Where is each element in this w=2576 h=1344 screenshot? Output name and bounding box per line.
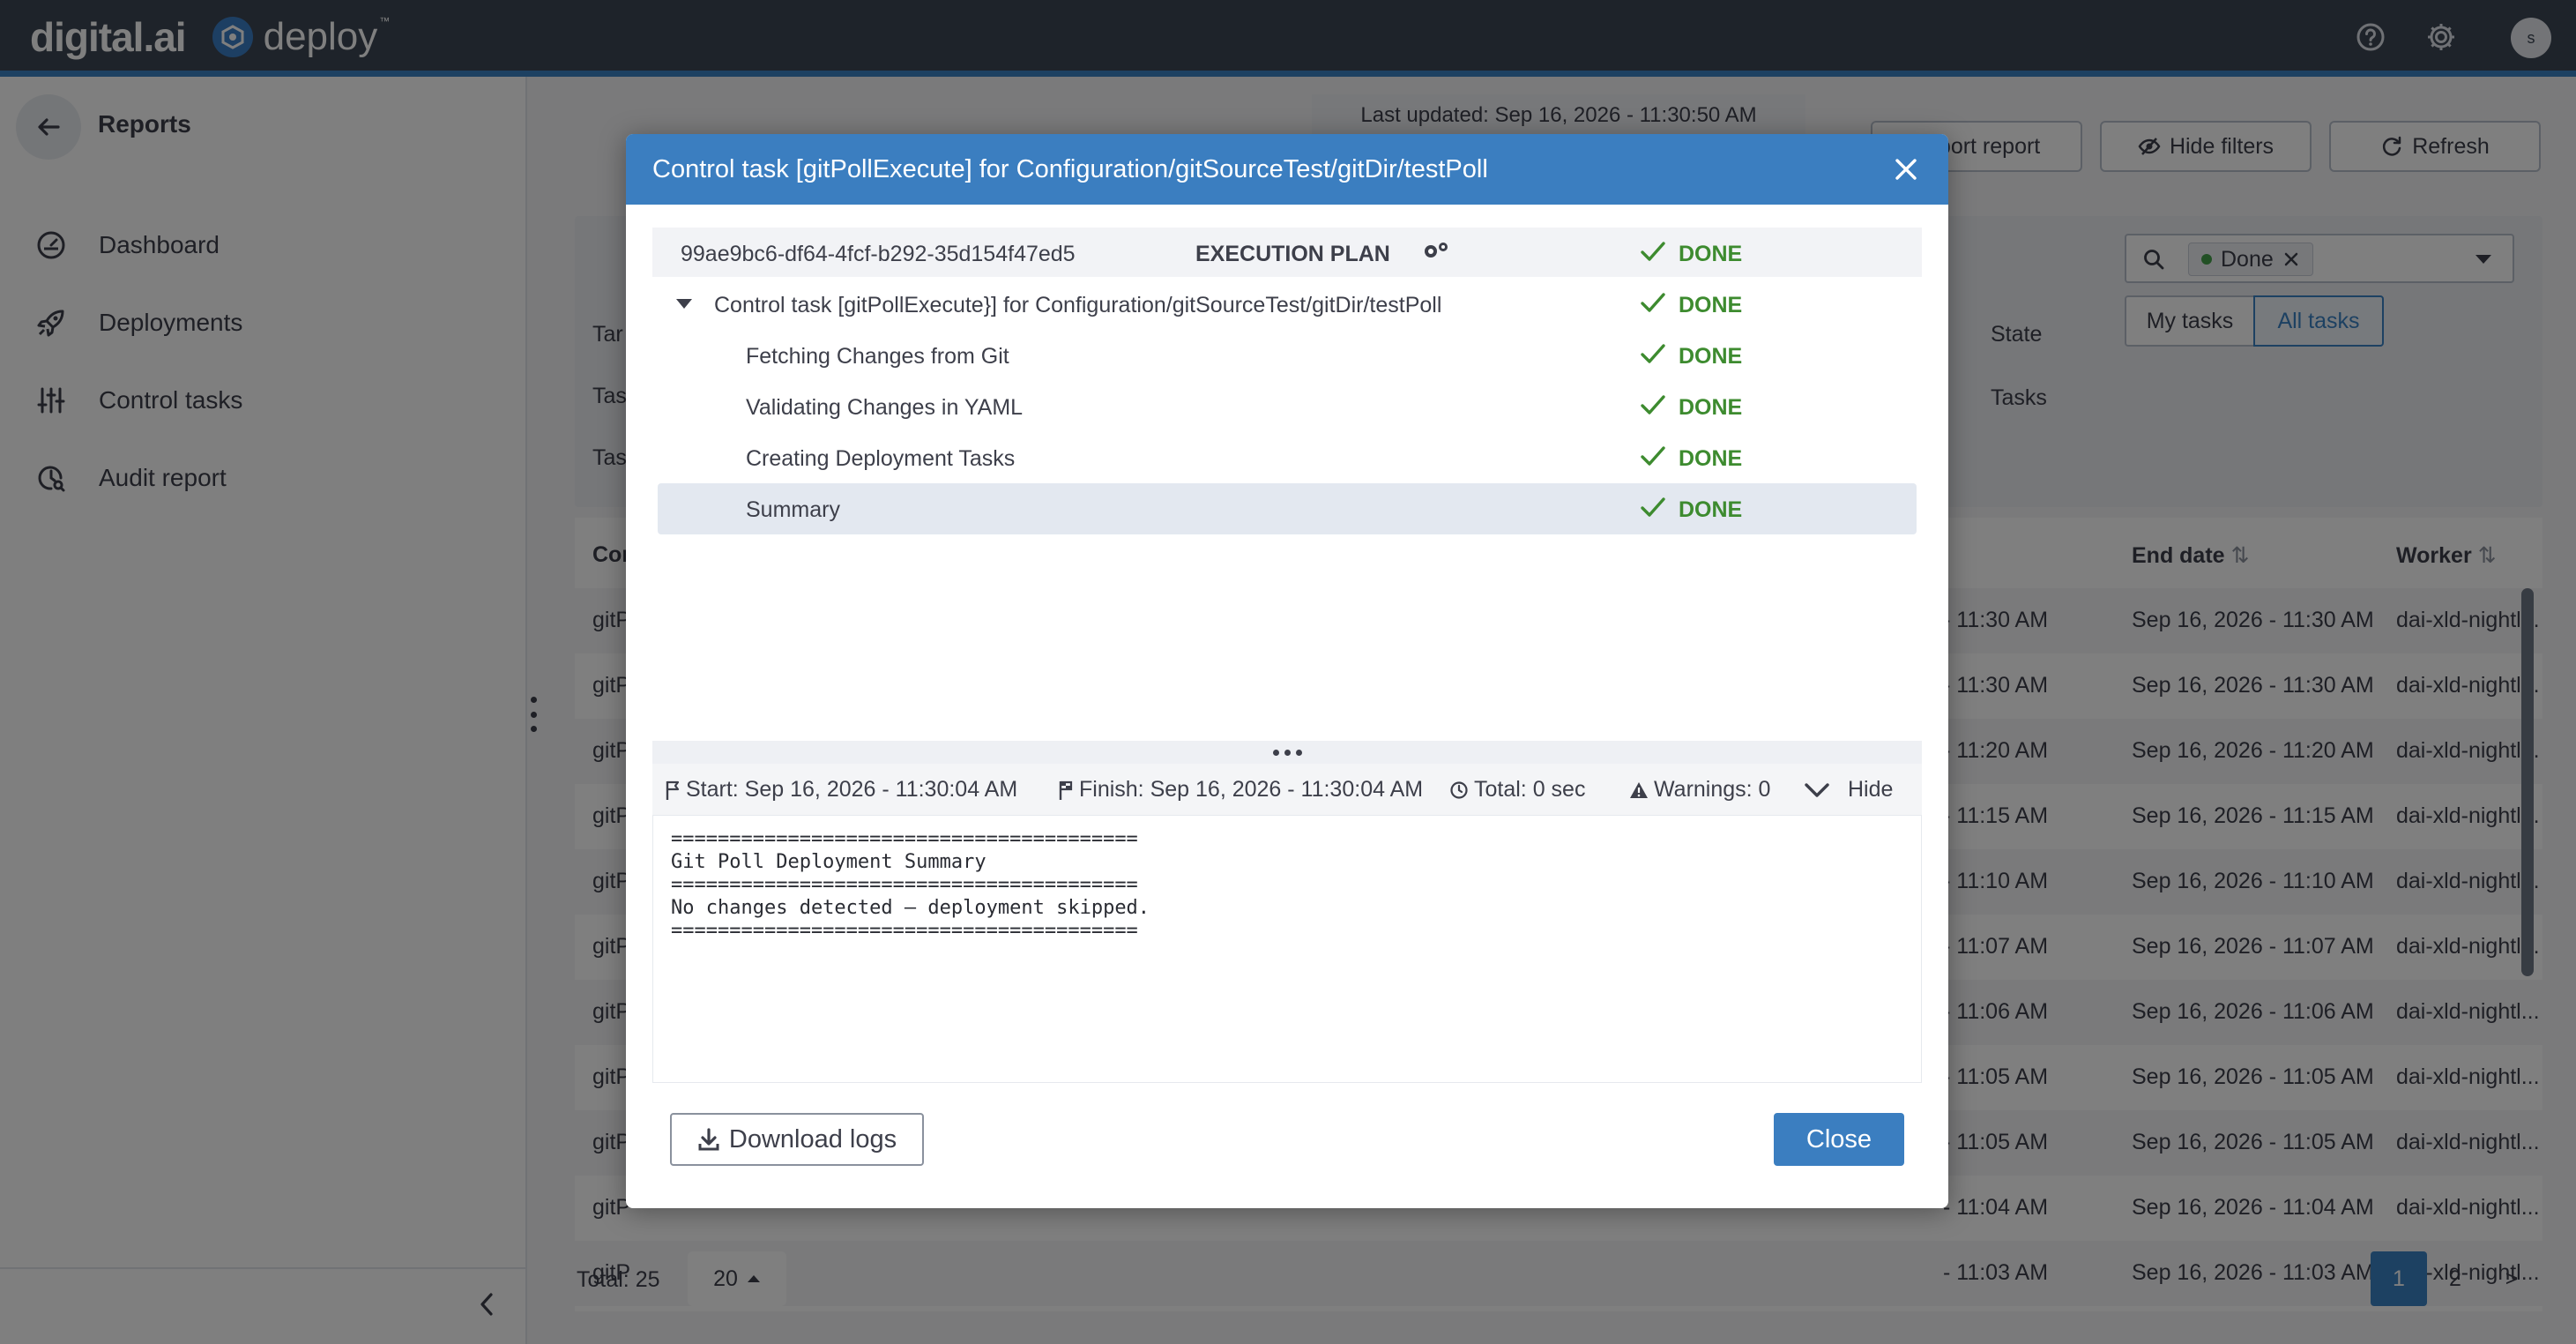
warning-icon [1630, 781, 1648, 798]
step-log-output[interactable]: ========================================… [652, 815, 1922, 1083]
step-label: Creating Deployment Tasks [746, 446, 1016, 471]
execution-plan-label: EXECUTION PLAN [1195, 242, 1390, 266]
plan-step[interactable]: Creating Deployment Tasks DONE [652, 432, 1922, 483]
status-badge: DONE [1679, 446, 1743, 471]
warnings-count: Warnings: 0 [1629, 777, 1770, 803]
flag-icon [666, 780, 680, 800]
step-label: Control task [gitPollExecute}] for Confi… [714, 293, 1442, 317]
close-button[interactable]: Close [1774, 1113, 1904, 1166]
execution-plan: 99ae9bc6-df64-4fcf-b292-35d154f47ed5 EXE… [652, 228, 1922, 748]
check-icon [1641, 293, 1665, 312]
chevron-down-icon [1805, 782, 1829, 797]
check-icon [1641, 395, 1665, 414]
status-badge: DONE [1679, 344, 1743, 369]
gears-icon[interactable] [1421, 240, 1451, 269]
dialog-header: Control task [gitPollExecute] for Config… [626, 134, 1948, 205]
status-badge: DONE [1679, 242, 1743, 266]
download-logs-button[interactable]: Download logs [670, 1113, 924, 1166]
total-time: Total: 0 sec [1449, 777, 1585, 803]
start-time: Start: Sep 16, 2026 - 11:30:04 AM [665, 777, 1017, 803]
close-icon[interactable] [1887, 150, 1925, 189]
check-icon [1641, 242, 1665, 261]
check-icon [1641, 446, 1665, 466]
task-details-dialog: Control task [gitPollExecute] for Config… [626, 134, 1948, 1208]
check-icon [1641, 344, 1665, 363]
dialog-title: Control task [gitPollExecute] for Config… [652, 154, 1488, 183]
step-label: Summary [746, 497, 840, 522]
plan-step[interactable]: Fetching Changes from Git DONE [652, 330, 1922, 381]
status-badge: DONE [1679, 395, 1743, 420]
step-stats-bar: Start: Sep 16, 2026 - 11:30:04 AM Finish… [652, 764, 1922, 815]
clock-icon [1450, 780, 1468, 799]
plan-step-selected[interactable]: Summary DONE [658, 483, 1917, 534]
status-badge: DONE [1679, 293, 1743, 317]
checkered-flag-icon [1059, 780, 1073, 800]
download-icon [698, 1128, 719, 1151]
plan-step[interactable]: Validating Changes in YAML DONE [652, 381, 1922, 432]
log-resize-handle[interactable] [652, 741, 1922, 764]
status-badge: DONE [1679, 497, 1743, 522]
caret-down-icon [676, 299, 692, 309]
plan-header-row: 99ae9bc6-df64-4fcf-b292-35d154f47ed5 EXE… [652, 228, 1922, 277]
plan-step-root[interactable]: Control task [gitPollExecute}] for Confi… [652, 279, 1922, 330]
step-label: Validating Changes in YAML [746, 395, 1024, 420]
check-icon [1641, 497, 1665, 517]
finish-time: Finish: Sep 16, 2026 - 11:30:04 AM [1058, 777, 1423, 803]
step-label: Fetching Changes from Git [746, 344, 1009, 369]
task-id: 99ae9bc6-df64-4fcf-b292-35d154f47ed5 [681, 242, 1076, 266]
hide-log-toggle[interactable]: Hide [1804, 777, 1893, 803]
